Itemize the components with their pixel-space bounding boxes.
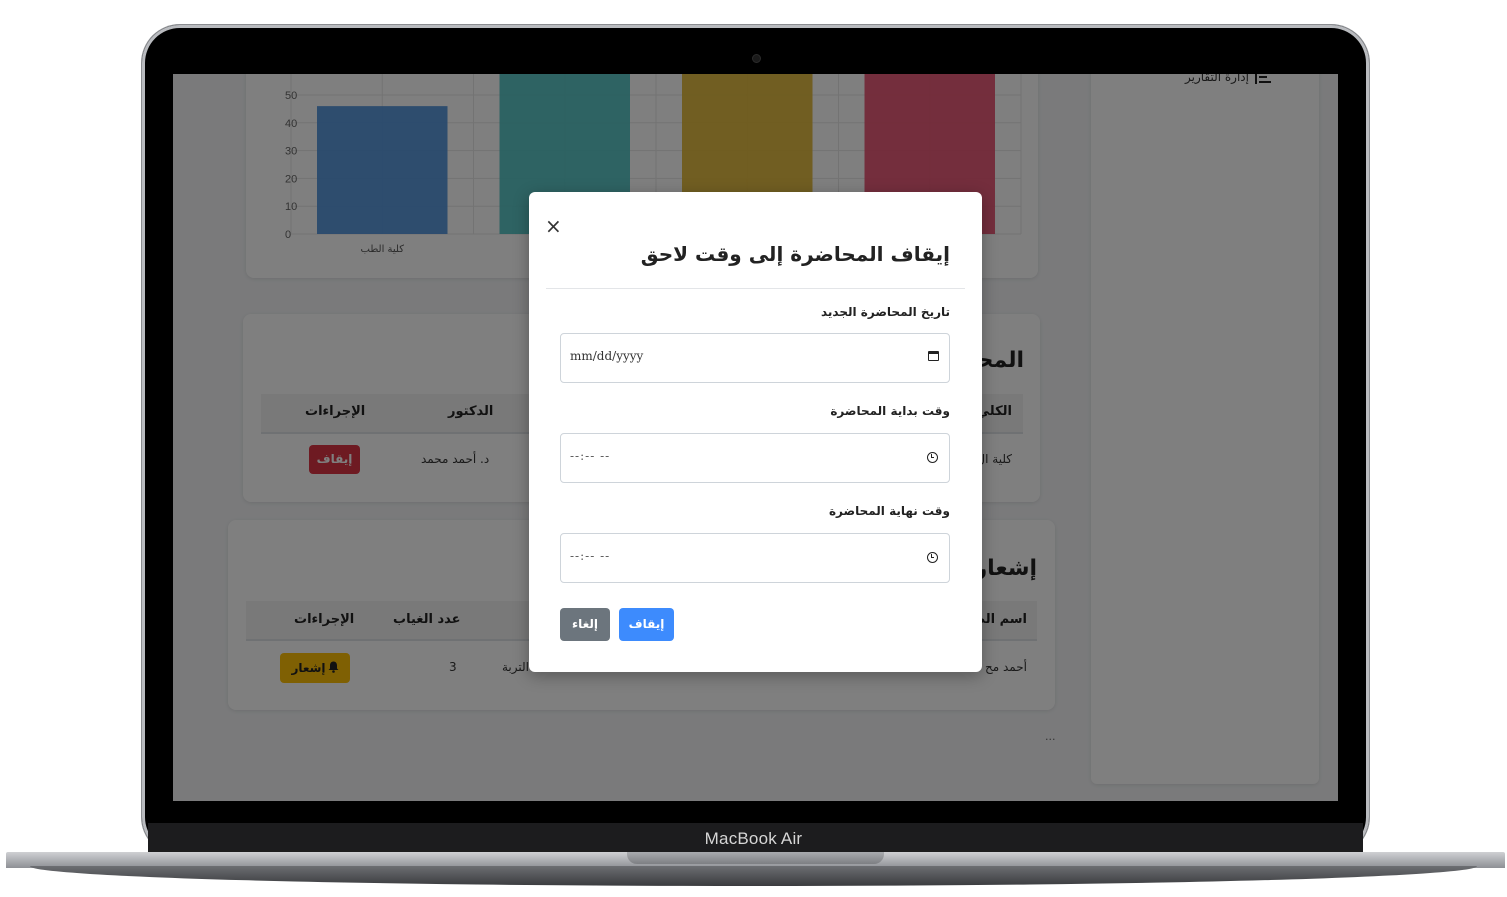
close-icon[interactable]: ×	[545, 216, 562, 236]
camera	[752, 54, 761, 63]
end-time-field[interactable]: --:-- --	[560, 533, 950, 583]
postpone-lecture-modal: × إيقاف المحاضرة إلى وقت لاحق تاريخ المح…	[529, 192, 982, 672]
stop-button[interactable]: إيقاف	[619, 608, 674, 641]
start-time-label: وقت بداية المحاضرة	[830, 404, 950, 418]
calendar-icon[interactable]	[928, 351, 939, 361]
device-brand: MacBook Air	[704, 829, 803, 848]
date-placeholder: mm/dd/yyyy	[570, 349, 644, 363]
screen: إدارة التقارير 01020304050كلية الطب المح…	[173, 74, 1338, 801]
cancel-button[interactable]: إلغاء	[560, 608, 610, 641]
start-time-field[interactable]: --:-- --	[560, 433, 950, 483]
app: إدارة التقارير 01020304050كلية الطب المح…	[173, 74, 1338, 801]
date-field[interactable]: mm/dd/yyyy	[560, 333, 950, 383]
end-time-label: وقت نهاية المحاضرة	[828, 504, 950, 518]
clock-icon[interactable]	[927, 552, 938, 563]
modal-divider	[546, 288, 965, 289]
laptop-base-bottom	[30, 866, 1477, 886]
start-time-placeholder: --:-- --	[570, 449, 611, 463]
end-time-placeholder: --:-- --	[570, 549, 611, 563]
modal-title: إيقاف المحاضرة إلى وقت لاحق	[640, 242, 950, 266]
clock-icon[interactable]	[927, 452, 938, 463]
laptop-notch	[627, 852, 884, 864]
date-label: تاريخ المحاضرة الجديد	[820, 305, 950, 319]
